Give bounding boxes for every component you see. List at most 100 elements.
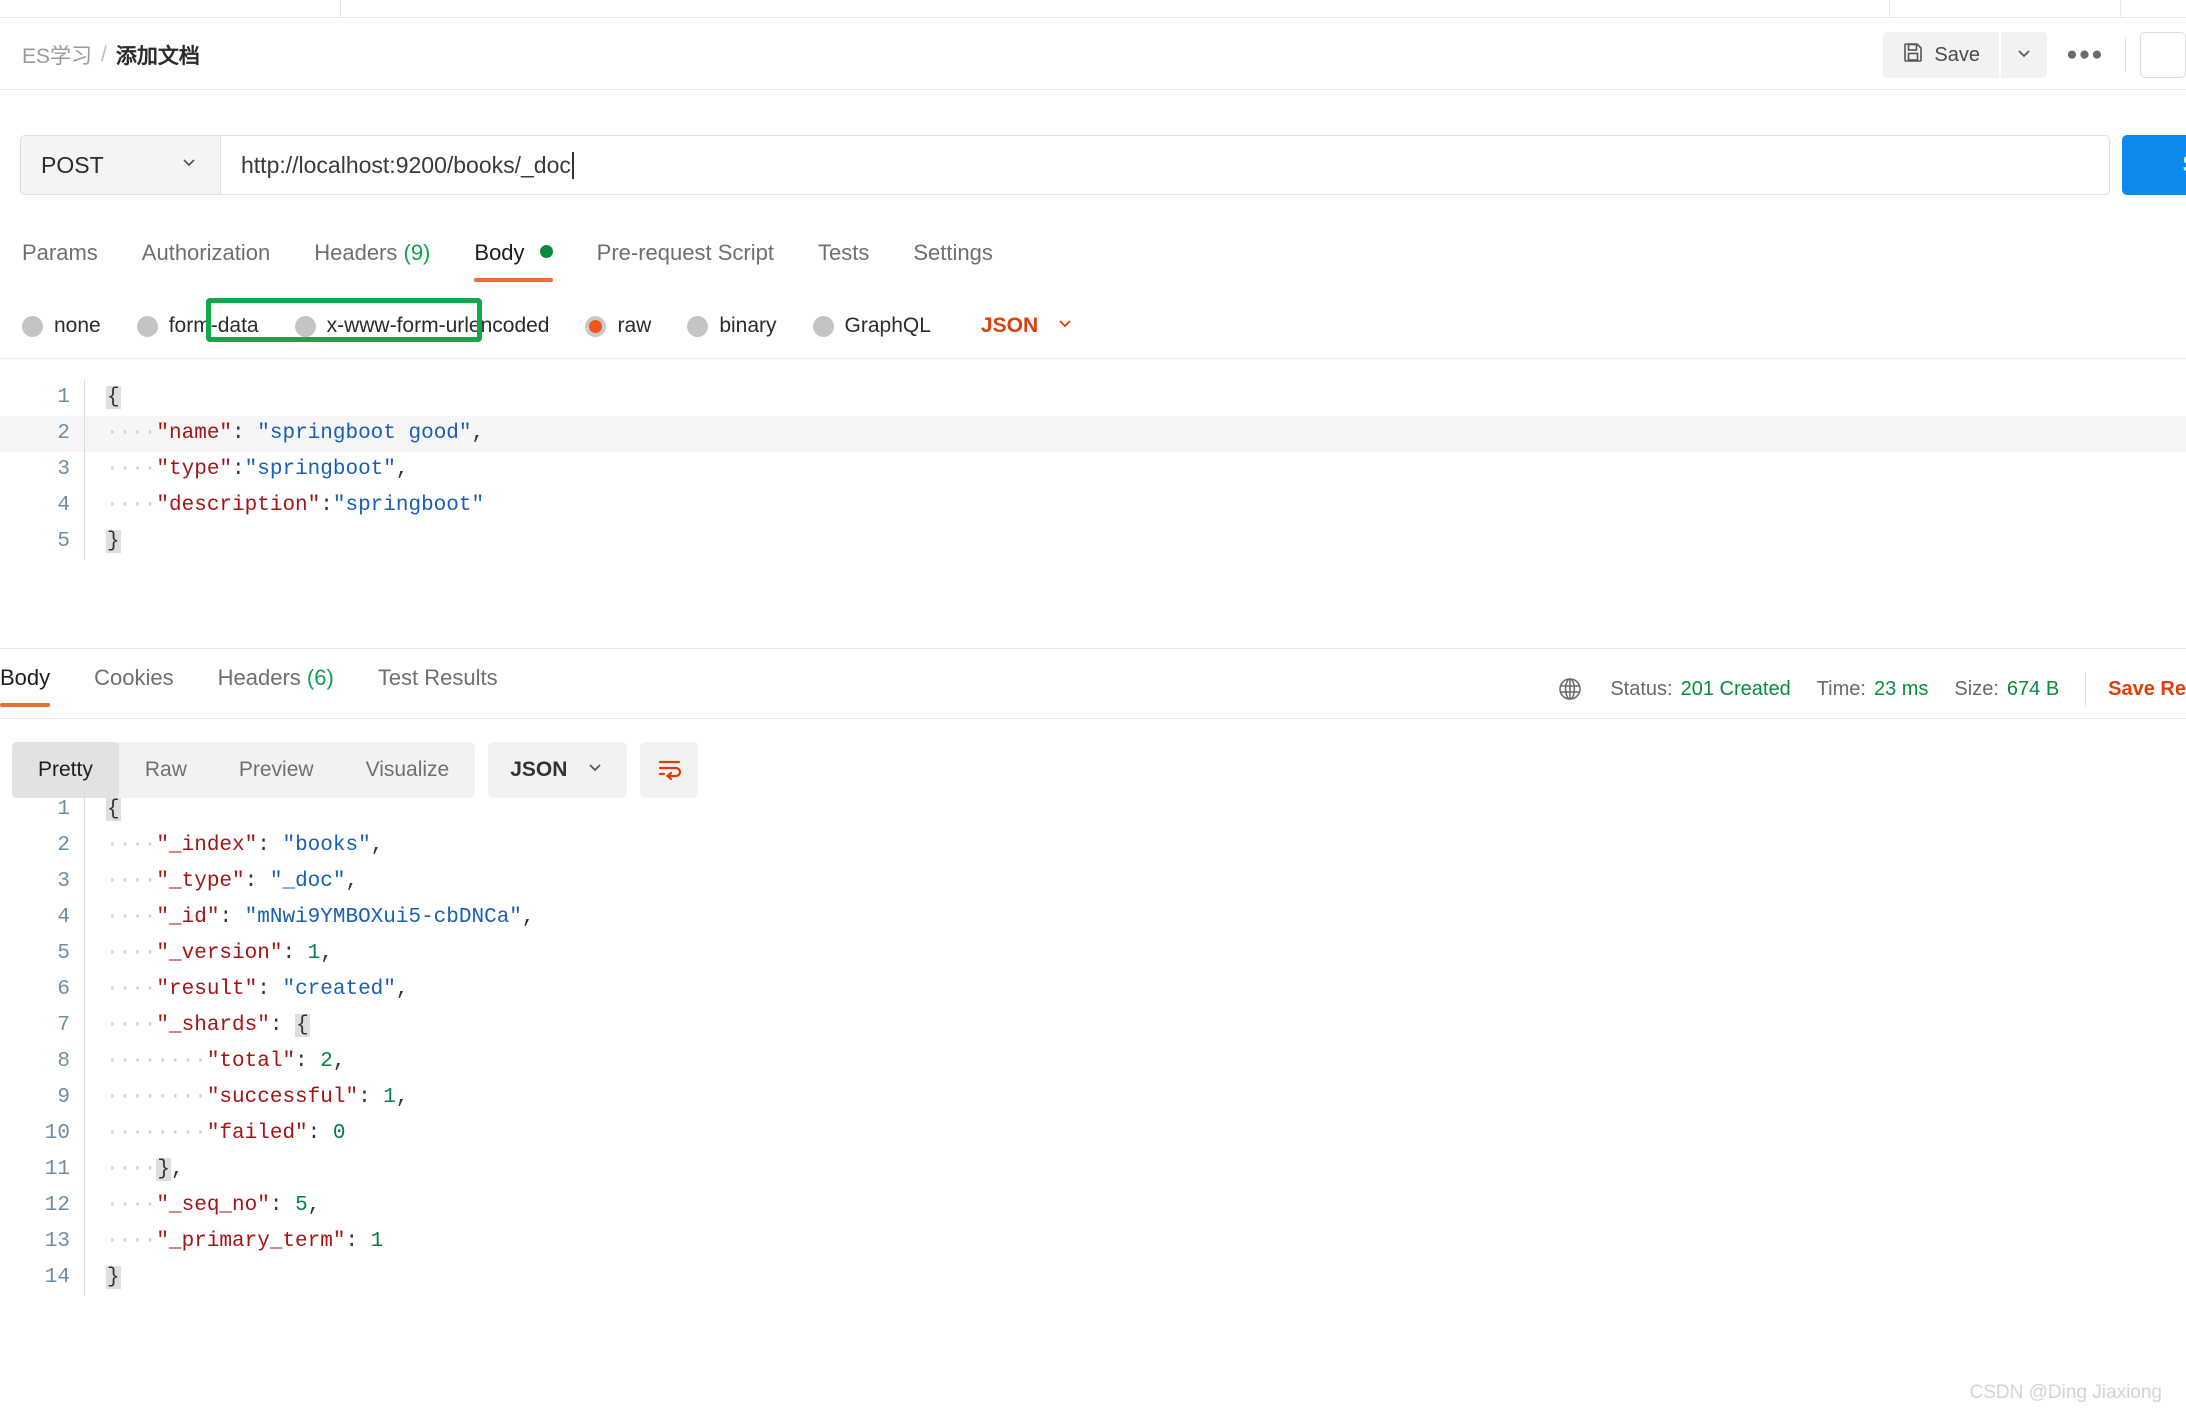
indent-guides: ···· <box>106 1230 157 1253</box>
http-method-select[interactable]: POST <box>20 135 220 195</box>
request-tab-shape[interactable] <box>340 0 1890 18</box>
line-number: 2 <box>57 422 70 445</box>
code-line[interactable]: 2 ····"_index": "books", <box>0 828 2186 864</box>
tab-settings[interactable]: Settings <box>891 240 1015 282</box>
save-button-label: Save <box>1934 43 1980 66</box>
line-number: 11 <box>44 1158 70 1181</box>
json-value: "springboot" <box>332 494 485 517</box>
code-line[interactable]: 1 { <box>0 380 2186 416</box>
code-line[interactable]: 7 ····"_shards": { <box>0 1008 2186 1044</box>
line-number: 7 <box>57 1014 70 1037</box>
fold-column <box>84 1044 106 1080</box>
indent-guides: ···· <box>106 494 157 517</box>
json-colon: : <box>295 1050 321 1073</box>
radio-icon <box>294 315 316 337</box>
json-key: "failed" <box>206 1122 308 1145</box>
json-comma: , <box>395 978 409 1001</box>
tab-body[interactable]: Body <box>452 240 574 282</box>
line-number: 5 <box>57 530 70 553</box>
json-colon: : <box>282 942 308 965</box>
body-type-binary[interactable]: binary <box>687 314 777 338</box>
request-tab-shape-secondary[interactable] <box>2120 0 2186 18</box>
radio-selected-icon <box>585 315 607 337</box>
indent-guides: ···· <box>106 978 157 1001</box>
breadcrumb-collection[interactable]: ES学习 <box>22 40 92 70</box>
tab-authorization[interactable]: Authorization <box>120 240 292 282</box>
code-line[interactable]: 8 ········"total": 2, <box>0 1044 2186 1080</box>
code-content: ····"_seq_no": 5, <box>106 1188 2186 1224</box>
code-content: ········"total": 2, <box>106 1044 2186 1080</box>
tab-settings-label: Settings <box>913 240 993 265</box>
code-line[interactable]: 1{ <box>0 792 2186 828</box>
json-value: "_doc" <box>269 870 346 893</box>
line-number: 1 <box>57 386 70 409</box>
tab-headers[interactable]: Headers (9) <box>292 240 452 282</box>
json-colon: : <box>257 978 283 1001</box>
fold-column <box>84 972 106 1008</box>
code-line[interactable]: 13 ····"_primary_term": 1 <box>0 1224 2186 1260</box>
tab-params[interactable]: Params <box>0 240 120 282</box>
indent-guides: ···· <box>106 1194 157 1217</box>
json-colon: : <box>345 1230 371 1253</box>
body-type-urlencoded-label: x-www-form-urlencoded <box>326 314 550 337</box>
chevron-down-icon <box>178 151 200 179</box>
json-comma: , <box>521 906 535 929</box>
send-button[interactable]: Send <box>2122 135 2186 195</box>
fold-column <box>84 936 106 972</box>
code-content: { <box>106 380 2186 416</box>
tab-pre-request-script[interactable]: Pre-request Script <box>575 240 796 282</box>
code-content: ····"result": "created", <box>106 972 2186 1008</box>
fold-column <box>84 416 106 452</box>
body-type-raw[interactable]: raw <box>585 314 651 338</box>
fold-column <box>84 1008 106 1044</box>
response-body-editor[interactable]: 1{2 ····"_index": "books", 3 ····"_type": "… <box>0 592 2186 1296</box>
code-line[interactable]: 5 } <box>0 524 2186 560</box>
code-line[interactable]: 12 ····"_seq_no": 5, <box>0 1188 2186 1224</box>
code-line[interactable]: 9 ········"successful": 1, <box>0 1080 2186 1116</box>
fold-column <box>84 1152 106 1188</box>
body-type-form-data[interactable]: form-data <box>136 314 259 338</box>
json-key: "name" <box>156 422 233 445</box>
code-line[interactable]: 6 ····"result": "created", <box>0 972 2186 1008</box>
json-value: "springboot" <box>244 458 396 481</box>
save-options-chevron-button[interactable] <box>2001 32 2047 78</box>
json-key: "description" <box>156 494 321 517</box>
json-key: "_shards" <box>156 1014 270 1037</box>
indent-guides: ···· <box>106 1158 157 1181</box>
code-line[interactable]: 2 ····"name": "springboot good", <box>0 416 2186 452</box>
line-number: 14 <box>44 1266 70 1289</box>
code-line[interactable]: 14} <box>0 1260 2186 1296</box>
body-type-graphql[interactable]: GraphQL <box>812 314 931 338</box>
url-input[interactable]: http://localhost:9200/books/_doc <box>220 135 2110 195</box>
watermark: CSDN @Ding Jiaxiong <box>1969 1382 2162 1403</box>
ellipsis-icon: ●●● <box>2066 44 2104 65</box>
body-type-none[interactable]: none <box>22 314 101 338</box>
code-line[interactable]: 11 ····}, <box>0 1152 2186 1188</box>
send-button-label: Send <box>2183 151 2186 179</box>
code-line[interactable]: 10 ········"failed": 0 <box>0 1116 2186 1152</box>
code-line[interactable]: 4 ····"description":"springboot" <box>0 488 2186 524</box>
code-line[interactable]: 3 ····"_type": "_doc", <box>0 864 2186 900</box>
raw-format-select[interactable]: JSON <box>981 312 1076 340</box>
code-line[interactable]: 4 ····"_id": "mNwi9YMBOXui5-cbDNCa", <box>0 900 2186 936</box>
header-extra-button[interactable] <box>2140 32 2186 78</box>
code-line[interactable]: 5 ····"_version": 1, <box>0 936 2186 972</box>
code-content: } <box>106 524 2186 560</box>
code-line[interactable]: 3 ····"type":"springboot", <box>0 452 2186 488</box>
more-actions-button[interactable]: ●●● <box>2059 32 2111 78</box>
http-method-value: POST <box>41 151 104 178</box>
save-button[interactable]: Save <box>1883 32 1999 78</box>
indent-guides: ···· <box>106 1014 157 1037</box>
body-type-urlencoded[interactable]: x-www-form-urlencoded <box>294 314 550 338</box>
radio-icon <box>812 315 834 337</box>
json-key: "successful" <box>206 1086 359 1109</box>
body-section-divider <box>0 358 2186 359</box>
json-value: 2 <box>320 1050 333 1073</box>
fold-column <box>84 1224 106 1260</box>
indent-guides: ···· <box>106 870 157 893</box>
body-type-binary-label: binary <box>719 314 777 337</box>
tab-tests[interactable]: Tests <box>796 240 891 282</box>
request-body-editor[interactable]: 1 { 2 ····"name": "springboot good", 3 ·… <box>0 380 2186 560</box>
code-content: ····"_shards": { <box>106 1008 2186 1044</box>
breadcrumb-request-name[interactable]: 添加文档 <box>116 40 200 70</box>
